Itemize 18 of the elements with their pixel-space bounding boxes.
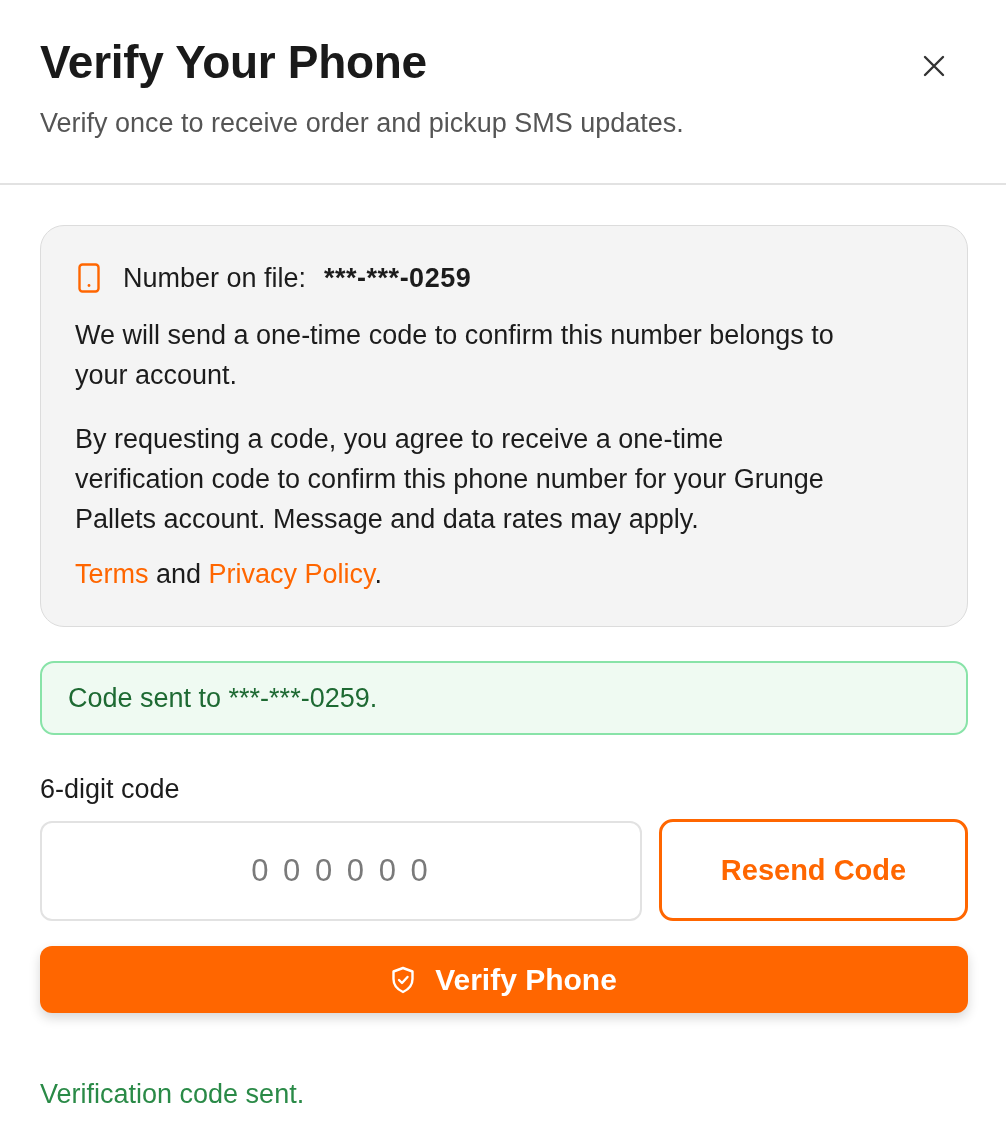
number-value: ***-***-0259 bbox=[324, 262, 472, 294]
policy-link[interactable]: Privacy Policy bbox=[208, 559, 375, 589]
shield-check-icon bbox=[391, 965, 416, 994]
success-alert: Code sent to ***-***-0259. bbox=[40, 661, 968, 735]
policy-link[interactable]: Terms bbox=[75, 559, 149, 589]
close-icon bbox=[922, 54, 946, 78]
code-field-label: 6-digit code bbox=[40, 773, 181, 806]
legal-links-text: Terms and Privacy Policy. bbox=[75, 558, 384, 591]
dialog-subtitle: Verify once to receive order and pickup SMS updates. bbox=[40, 107, 684, 140]
verify-phone-button[interactable]: Verify Phone bbox=[40, 946, 968, 1013]
dialog-title: Verify Your Phone bbox=[40, 35, 428, 90]
notice-text: We will send a one-time code to confirm this number belongs to your account. bbox=[75, 319, 835, 392]
consent-text: By requesting a code, you agree to receive a one-time verification code to confirm this phone number for your Grunge Pallets account. Message and data rates may apply. bbox=[75, 423, 825, 536]
status-message: Verification code sent. bbox=[40, 1078, 306, 1111]
resend-code-button[interactable]: Resend Code bbox=[659, 819, 968, 921]
phone-icon bbox=[78, 263, 100, 293]
code-input-field[interactable]: 0 0 0 0 0 0 bbox=[40, 821, 642, 921]
number-label: Number on file: bbox=[123, 262, 307, 294]
